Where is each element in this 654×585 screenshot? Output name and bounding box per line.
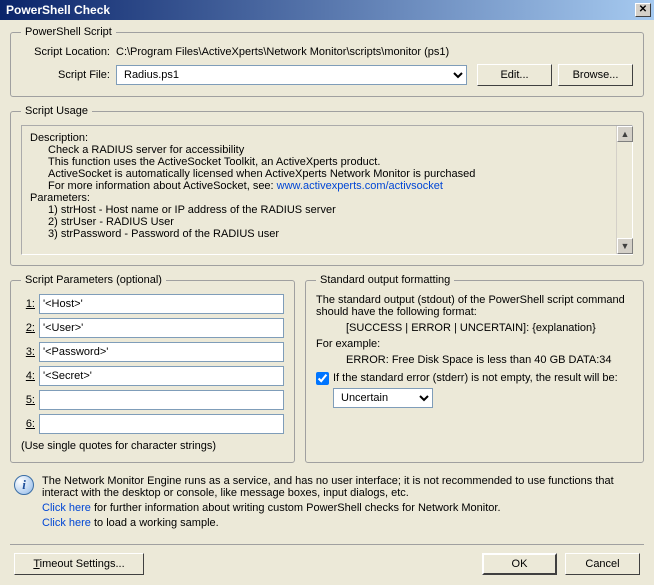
script-file-select[interactable]: Radius.ps1 [116,65,467,85]
divider [10,544,644,545]
stderr-label: If the standard error (stderr) is not em… [333,372,618,384]
param-input-3[interactable] [39,342,284,362]
browse-button[interactable]: Browse... [558,64,633,86]
param-label-1: 1: [21,298,39,310]
usage-scrollbar[interactable]: ▲ ▼ [616,126,632,254]
usage-desc-1: Check a RADIUS server for accessibility [48,144,624,156]
script-usage-group: Script Usage Description: Check a RADIUS… [10,105,644,266]
usage-desc-label: Description: [30,132,624,144]
stdout-line1: The standard output (stdout) of the Powe… [316,294,633,318]
usage-param-1: 1) strHost - Host name or IP address of … [48,204,624,216]
close-button[interactable]: ✕ [635,3,651,17]
titlebar: PowerShell Check ✕ [0,0,654,20]
edit-button[interactable]: Edit... [477,64,552,86]
usage-desc-4: For more information about ActiveSocket,… [48,180,624,192]
window-title: PowerShell Check [6,3,110,17]
info-link2-after: to load a working sample. [91,517,219,529]
powershell-script-legend: PowerShell Script [21,26,116,38]
param-label-4: 4: [21,370,39,382]
param-label-6: 6: [21,418,39,430]
stdout-group: Standard output formatting The standard … [305,274,644,463]
usage-desc-3: ActiveSocket is automatically licensed w… [48,168,624,180]
stderr-checkbox[interactable] [316,372,329,385]
param-label-3: 3: [21,346,39,358]
usage-params-label: Parameters: [30,192,624,204]
cancel-button[interactable]: Cancel [565,553,640,575]
info-icon: i [14,475,34,495]
info-link1-after: for further information about writing cu… [91,502,501,514]
stdout-legend: Standard output formatting [316,274,454,286]
script-location-label: Script Location: [21,46,116,58]
param-label-2: 2: [21,322,39,334]
stdout-line4: ERROR: Free Disk Space is less than 40 G… [346,354,633,366]
param-label-5: 5: [21,394,39,406]
powershell-script-group: PowerShell Script Script Location: C:\Pr… [10,26,644,97]
activesocket-link[interactable]: www.activexperts.com/activsocket [277,180,443,192]
info-line1: The Network Monitor Engine runs as a ser… [42,475,640,499]
info-panel: i The Network Monitor Engine runs as a s… [10,471,644,540]
usage-text-area: Description: Check a RADIUS server for a… [21,125,633,255]
ok-button[interactable]: OK [482,553,557,575]
info-link-1[interactable]: Click here [42,502,91,514]
script-file-label: Script File: [21,69,116,81]
script-params-legend: Script Parameters (optional) [21,274,166,286]
usage-desc-2: This function uses the ActiveSocket Tool… [48,156,624,168]
stderr-result-select[interactable]: Uncertain [333,388,433,408]
param-input-4[interactable] [39,366,284,386]
param-input-1[interactable] [39,294,284,314]
script-params-group: Script Parameters (optional) 1: 2: 3: 4:… [10,274,295,463]
param-input-6[interactable] [39,414,284,434]
script-usage-legend: Script Usage [21,105,92,117]
stdout-line2: [SUCCESS | ERROR | UNCERTAIN]: {explanat… [346,322,633,334]
scroll-down-icon[interactable]: ▼ [617,238,633,254]
params-note: (Use single quotes for character strings… [21,440,284,452]
timeout-settings-button[interactable]: Timeout Settings... [14,553,144,575]
usage-param-3: 3) strPassword - Password of the RADIUS … [48,228,624,240]
script-location-value: C:\Program Files\ActiveXperts\Network Mo… [116,46,633,58]
scroll-up-icon[interactable]: ▲ [617,126,633,142]
param-input-5[interactable] [39,390,284,410]
info-link-2[interactable]: Click here [42,517,91,529]
usage-param-2: 2) strUser - RADIUS User [48,216,624,228]
stdout-line3: For example: [316,338,633,350]
param-input-2[interactable] [39,318,284,338]
